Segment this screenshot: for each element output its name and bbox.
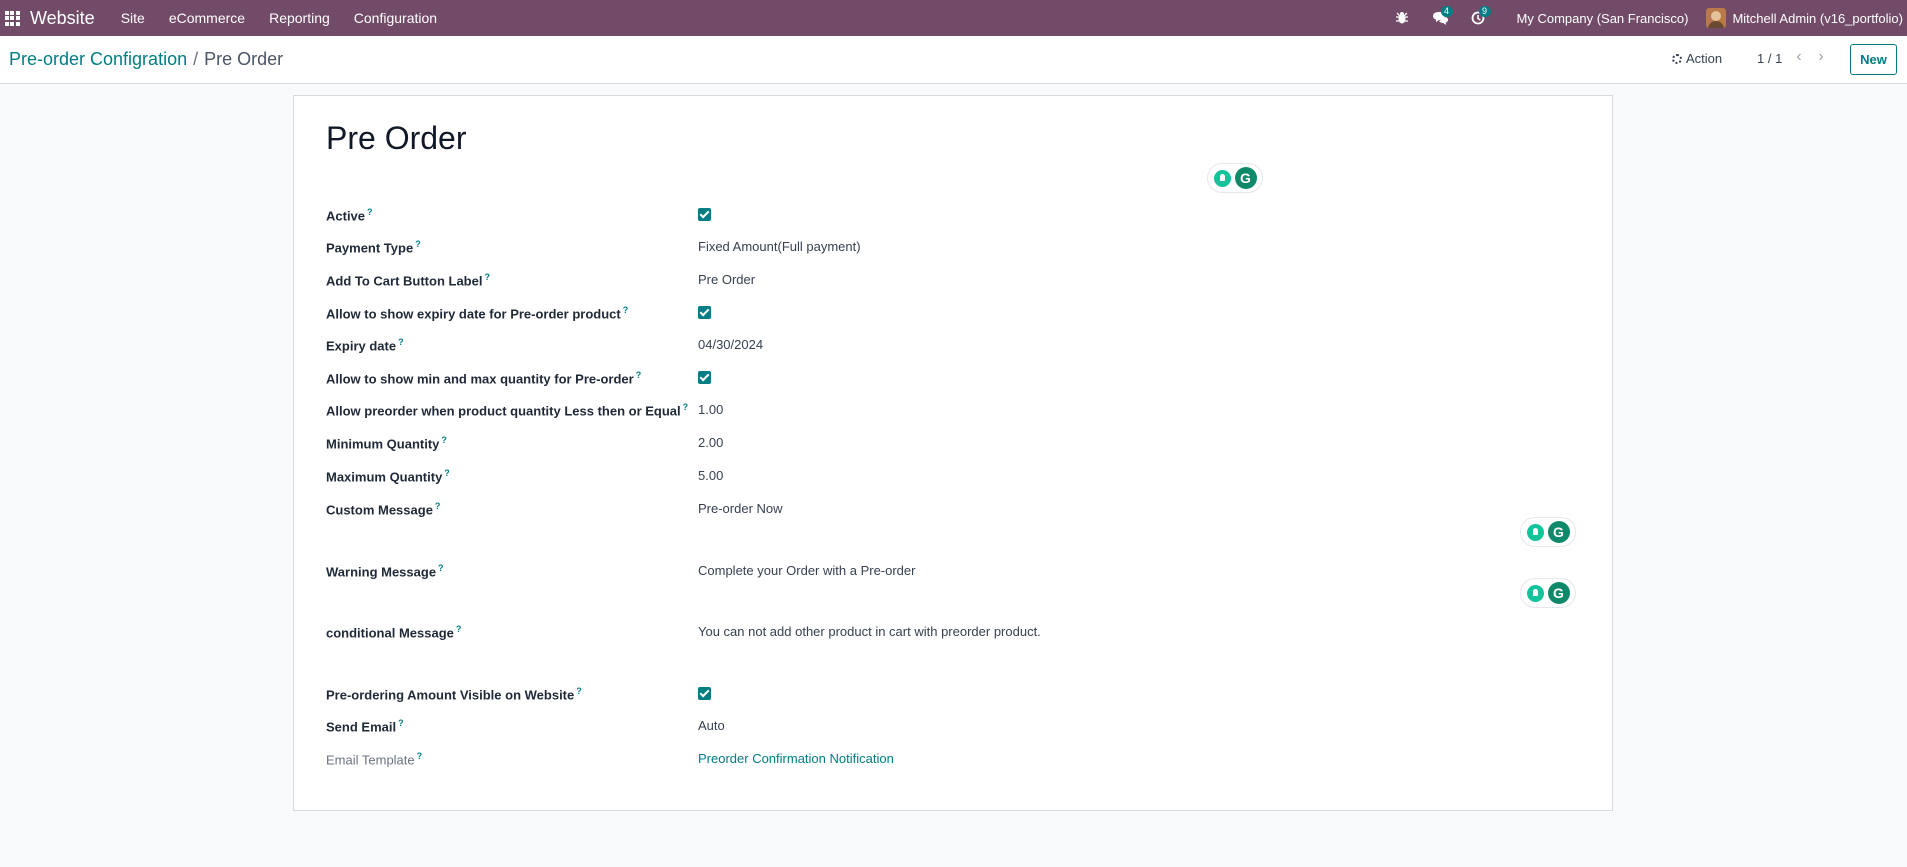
menu-site[interactable]: Site (109, 0, 157, 36)
payment-type-select[interactable]: Fixed Amount(Full payment) (698, 239, 861, 254)
activities-badge: 9 (1478, 6, 1491, 17)
field-label: Active? (326, 207, 373, 224)
field-label: Allow to show expiry date for Pre-order … (326, 305, 629, 322)
field-label: Email Template? (326, 751, 423, 768)
field-email-template: Email Template? Preorder Confirmation No… (326, 751, 1586, 771)
user-menu[interactable]: Mitchell Admin (v16_portfolio) (1732, 11, 1903, 26)
field-minimum-quantity: Minimum Quantity? 2.00 (326, 435, 1586, 455)
app-brand[interactable]: Website (30, 8, 95, 29)
top-navbar: Website Site eCommerce Reporting Configu… (0, 0, 1907, 36)
field-show-expiry: Allow to show expiry date for Pre-order … (326, 305, 1586, 325)
breadcrumb-current: Pre Order (204, 49, 284, 69)
warning-message-textarea[interactable]: Complete your Order with a Pre-order (698, 563, 915, 578)
field-conditional-message: conditional Message? You can not add oth… (326, 624, 1586, 644)
field-show-min-max: Allow to show min and max quantity for P… (326, 370, 1586, 390)
help-tooltip-icon[interactable]: ? (398, 337, 404, 347)
apps-grid-icon[interactable] (0, 0, 24, 36)
amount-visible-checkbox[interactable] (698, 687, 711, 700)
record-title[interactable]: Pre Order (326, 120, 466, 157)
preorder-threshold-input[interactable]: 1.00 (698, 402, 723, 417)
field-label: Send Email? (326, 718, 404, 735)
field-label: Pre-ordering Amount Visible on Website? (326, 686, 582, 703)
field-label: Allow preorder when product quantity Les… (326, 402, 689, 419)
help-tooltip-icon[interactable]: ? (484, 272, 490, 282)
lightbulb-icon (1213, 169, 1231, 187)
form-sheet: Pre Order G Active? Payment Type? Fixed … (293, 95, 1613, 811)
lightbulb-icon (1526, 523, 1544, 541)
active-checkbox[interactable] (698, 208, 711, 221)
field-label: conditional Message? (326, 624, 462, 641)
help-tooltip-icon[interactable]: ? (576, 686, 582, 696)
field-label: Allow to show min and max quantity for P… (326, 370, 642, 387)
help-tooltip-icon[interactable]: ? (636, 370, 642, 380)
field-label: Custom Message? (326, 501, 441, 518)
field-warning-message: Warning Message? Complete your Order wit… (326, 563, 1586, 583)
grammarly-widget[interactable]: G (1520, 517, 1576, 547)
help-tooltip-icon[interactable]: ? (456, 624, 462, 634)
help-tooltip-icon[interactable]: ? (441, 435, 447, 445)
help-tooltip-icon[interactable]: ? (435, 501, 441, 511)
menu-ecommerce[interactable]: eCommerce (157, 0, 257, 36)
expiry-date-input[interactable]: 04/30/2024 (698, 337, 763, 352)
grammarly-widget[interactable]: G (1520, 578, 1576, 608)
field-active: Active? (326, 207, 1586, 227)
field-preorder-threshold: Allow preorder when product quantity Les… (326, 402, 1586, 422)
grammarly-icon: G (1547, 582, 1570, 604)
show-expiry-checkbox[interactable] (698, 306, 711, 319)
help-tooltip-icon[interactable]: ? (683, 402, 689, 412)
help-tooltip-icon[interactable]: ? (417, 751, 423, 761)
action-menu-button[interactable]: Action (1672, 51, 1722, 66)
new-record-button[interactable]: New (1850, 44, 1897, 75)
help-tooltip-icon[interactable]: ? (415, 239, 421, 249)
grammarly-icon: G (1234, 167, 1257, 189)
help-tooltip-icon[interactable]: ? (398, 718, 404, 728)
maximum-quantity-input[interactable]: 5.00 (698, 468, 723, 483)
field-label: Warning Message? (326, 563, 444, 580)
control-panel: Pre-order Configration / Pre Order Action … (0, 36, 1907, 84)
pager-next-chevron-right-icon[interactable]: › (1813, 48, 1829, 66)
user-avatar[interactable] (1706, 8, 1727, 28)
breadcrumb-separator: / (193, 49, 199, 69)
messages-chat-icon[interactable]: 4 (1427, 0, 1453, 36)
help-tooltip-icon[interactable]: ? (623, 305, 629, 315)
lightbulb-icon (1526, 584, 1544, 602)
help-tooltip-icon[interactable]: ? (367, 207, 373, 217)
email-template-link[interactable]: Preorder Confirmation Notification (698, 751, 894, 766)
field-label: Payment Type? (326, 239, 421, 256)
messages-badge: 4 (1440, 6, 1453, 17)
show-min-max-checkbox[interactable] (698, 371, 711, 384)
minimum-quantity-input[interactable]: 2.00 (698, 435, 723, 450)
menu-configuration[interactable]: Configuration (342, 0, 449, 36)
action-label: Action (1686, 51, 1723, 66)
field-custom-message: Custom Message? Pre-order Now (326, 501, 1586, 521)
field-label: Minimum Quantity? (326, 435, 447, 452)
field-label: Maximum Quantity? (326, 468, 450, 485)
activities-clock-icon[interactable]: 9 (1465, 0, 1491, 36)
field-send-email: Send Email? Auto (326, 718, 1586, 738)
field-payment-type: Payment Type? Fixed Amount(Full payment) (326, 239, 1586, 259)
field-label: Add To Cart Button Label? (326, 272, 490, 289)
field-label: Expiry date? (326, 337, 404, 354)
pager-value[interactable]: 1 / 1 (1757, 51, 1782, 66)
company-switcher[interactable]: My Company (San Francisco) (1517, 11, 1689, 26)
grammarly-icon: G (1547, 521, 1570, 543)
field-maximum-quantity: Maximum Quantity? 5.00 (326, 468, 1586, 488)
grammarly-widget[interactable]: G (1207, 163, 1263, 193)
debug-bug-icon[interactable] (1389, 0, 1415, 36)
custom-message-textarea[interactable]: Pre-order Now (698, 501, 783, 516)
field-expiry-date: Expiry date? 04/30/2024 (326, 337, 1586, 357)
conditional-message-textarea[interactable]: You can not add other product in cart wi… (698, 624, 1041, 639)
add-to-cart-label-input[interactable]: Pre Order (698, 272, 755, 287)
breadcrumb: Pre-order Configration / Pre Order (9, 49, 283, 70)
menu-reporting[interactable]: Reporting (257, 0, 342, 36)
field-add-to-cart-label: Add To Cart Button Label? Pre Order (326, 272, 1586, 292)
breadcrumb-parent-link[interactable]: Pre-order Configration (9, 49, 187, 69)
pager-previous-chevron-left-icon[interactable]: ‹ (1791, 48, 1807, 66)
field-amount-visible: Pre-ordering Amount Visible on Website? (326, 686, 1586, 706)
send-email-select[interactable]: Auto (698, 718, 725, 733)
help-tooltip-icon[interactable]: ? (438, 563, 444, 573)
gear-icon (1672, 53, 1682, 64)
help-tooltip-icon[interactable]: ? (444, 468, 450, 478)
